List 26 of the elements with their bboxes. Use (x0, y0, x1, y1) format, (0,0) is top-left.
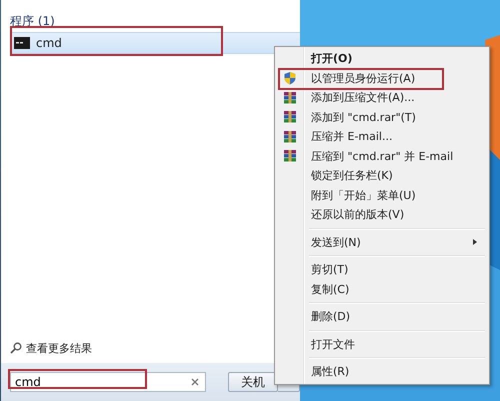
shield-icon (283, 71, 297, 86)
menu-item[interactable]: 剪切(T) (277, 260, 487, 280)
menu-item[interactable]: 发送到(N) (277, 232, 487, 252)
menu-item[interactable]: 属性(R) (277, 362, 487, 382)
menu-item[interactable]: 复制(C) (277, 280, 487, 299)
menu-item[interactable]: 锁定到任务栏(K) (277, 166, 487, 186)
shutdown-button[interactable]: 关机 (228, 372, 278, 392)
menu-item[interactable]: 添加到 "cmd.rar"(T) (277, 108, 487, 127)
menu-item[interactable]: 压缩到 "cmd.rar" 并 E-mail (277, 146, 487, 166)
menu-item[interactable]: 以管理员身份运行(A) (277, 68, 487, 88)
program-item[interactable]: cmd (10, 32, 300, 54)
stacked-books-icon (283, 149, 297, 164)
close-icon[interactable] (191, 378, 199, 386)
stacked-books-icon (283, 110, 297, 124)
menu-item[interactable]: 压缩并 E-mail... (277, 127, 487, 146)
menu-item[interactable]: 附到「开始」菜单(U) (277, 186, 487, 205)
stacked-books-icon (283, 130, 297, 144)
menu-item[interactable]: 添加到压缩文件(A)... (277, 88, 487, 108)
console-icon (14, 37, 30, 49)
menu-item[interactable]: 删除(D) (277, 307, 487, 326)
search-field[interactable]: cmd (10, 372, 206, 392)
search-icon (10, 342, 22, 354)
submenu-arrow-icon (473, 239, 477, 246)
menu-item[interactable]: 还原以前的版本(V) (277, 205, 487, 224)
section-heading: 程序 (1) (10, 13, 56, 30)
stacked-books-icon (283, 90, 297, 105)
